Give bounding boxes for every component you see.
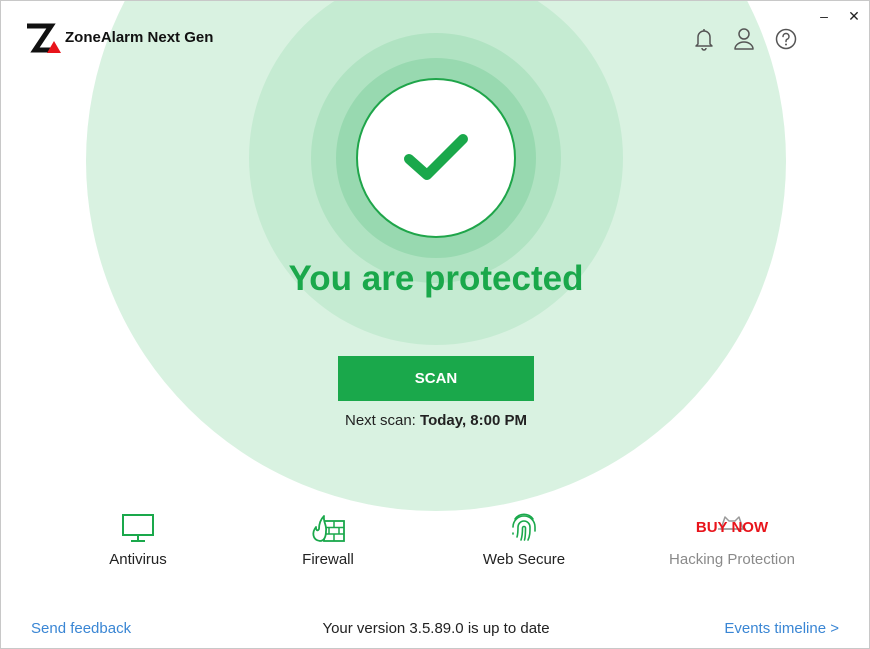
feature-label-antivirus: Antivirus <box>109 551 167 568</box>
feature-firewall[interactable]: Firewall <box>228 509 428 568</box>
protection-status-headline: You are protected <box>288 259 584 298</box>
next-scan-label: Next scan: <box>344 412 416 429</box>
next-scan-info: Next scan: Today, 8:00 PM <box>1 412 869 429</box>
monitor-icon <box>122 514 154 542</box>
fingerprint-icon <box>512 513 536 541</box>
user-icon[interactable] <box>733 27 755 51</box>
feature-label-firewall: Firewall <box>302 551 354 568</box>
help-icon[interactable] <box>775 27 797 51</box>
feature-label-hacking-protection: Hacking Protection <box>669 551 795 568</box>
app-window: ZoneAlarm Next Gen – ✕ You are protected… <box>0 0 870 649</box>
zonealarm-logo-icon <box>27 23 61 53</box>
feature-antivirus[interactable]: Antivirus <box>38 509 238 568</box>
firewall-icon <box>312 515 345 542</box>
scan-button[interactable]: SCAN <box>338 356 534 401</box>
close-button[interactable]: ✕ <box>843 5 865 27</box>
feature-web-secure[interactable]: Web Secure <box>424 509 624 568</box>
buy-now-badge[interactable]: BUY NOW <box>632 519 832 536</box>
next-scan-time: Today, 8:00 PM <box>420 412 528 429</box>
feature-hacking-protection[interactable]: BUY NOW Hacking Protection <box>632 509 832 568</box>
minimize-button[interactable]: – <box>813 5 835 27</box>
bell-icon[interactable] <box>693 27 715 51</box>
app-title: ZoneAlarm Next Gen <box>65 29 214 46</box>
status-check-circle <box>356 78 516 238</box>
feature-label-web-secure: Web Secure <box>482 551 566 568</box>
send-feedback-link[interactable]: Send feedback <box>31 620 131 637</box>
checkmark-icon <box>404 134 468 180</box>
events-timeline-link[interactable]: Events timeline > <box>724 620 839 637</box>
